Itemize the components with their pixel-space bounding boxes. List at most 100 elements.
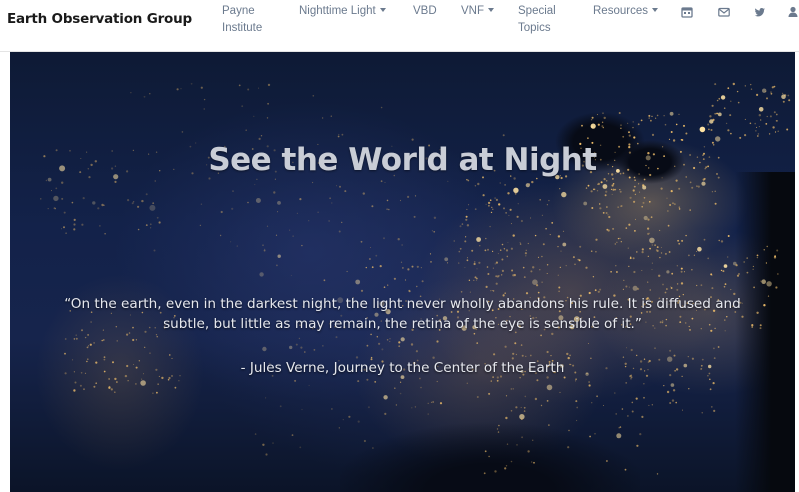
- city-light: [432, 356, 435, 359]
- city-light: [171, 357, 173, 359]
- city-light: [594, 433, 596, 435]
- city-light: [51, 190, 52, 192]
- city-light: [410, 343, 414, 346]
- city-light: [625, 285, 628, 288]
- city-light: [493, 353, 496, 356]
- city-light: [520, 406, 522, 409]
- city-light: [232, 190, 234, 192]
- city-light: [299, 198, 302, 201]
- city-light: [444, 257, 449, 262]
- nav-nighttime-light[interactable]: Nighttime Light: [299, 3, 386, 20]
- nav-resources[interactable]: Resources: [593, 3, 658, 20]
- city-light: [651, 244, 653, 246]
- city-light: [590, 250, 593, 252]
- city-light: [368, 258, 371, 260]
- city-light: [86, 346, 89, 349]
- city-light: [108, 386, 111, 389]
- city-light: [431, 230, 433, 232]
- city-light: [693, 254, 696, 256]
- brand-logo-text[interactable]: Earth Observation Group: [7, 11, 192, 27]
- city-light: [781, 94, 786, 99]
- city-light: [601, 125, 604, 128]
- city-light: [541, 281, 543, 283]
- city-light: [620, 127, 622, 129]
- calendar-icon[interactable]: [681, 6, 693, 18]
- city-light: [737, 101, 740, 104]
- city-light: [641, 248, 644, 251]
- city-light: [262, 346, 267, 352]
- city-light: [672, 202, 674, 204]
- city-light: [420, 267, 422, 269]
- city-light: [636, 444, 639, 447]
- city-light: [393, 277, 396, 280]
- city-light: [650, 119, 652, 122]
- city-light: [625, 227, 628, 229]
- city-light: [476, 396, 479, 398]
- nav-special-topics[interactable]: Special Topics: [518, 3, 556, 37]
- city-light: [557, 246, 559, 248]
- city-light: [219, 234, 222, 237]
- city-light: [627, 247, 629, 249]
- city-light: [149, 352, 151, 354]
- city-light: [531, 180, 534, 184]
- city-light: [519, 377, 521, 379]
- city-light: [610, 271, 612, 273]
- city-light: [402, 267, 404, 269]
- city-light: [398, 345, 401, 348]
- city-light: [104, 233, 106, 235]
- city-light: [732, 82, 735, 86]
- city-light: [709, 388, 712, 391]
- city-light: [453, 240, 455, 242]
- city-light: [605, 460, 608, 462]
- city-light: [256, 178, 258, 180]
- city-light: [642, 201, 645, 204]
- city-light: [660, 187, 663, 190]
- city-light: [521, 418, 523, 421]
- city-light: [776, 249, 779, 252]
- city-light: [709, 119, 714, 124]
- mail-icon[interactable]: [718, 6, 730, 18]
- city-light: [376, 336, 378, 338]
- city-light: [658, 274, 661, 277]
- city-light: [135, 383, 137, 385]
- city-light: [220, 210, 223, 214]
- city-light: [530, 270, 533, 273]
- city-light: [677, 239, 679, 242]
- city-light: [647, 232, 650, 235]
- city-light: [621, 408, 624, 410]
- city-light: [156, 336, 158, 338]
- twitter-icon[interactable]: [754, 6, 766, 18]
- nav-vbd[interactable]: VBD: [413, 3, 437, 20]
- city-light: [557, 235, 561, 238]
- city-light: [429, 253, 432, 255]
- city-light: [647, 281, 649, 283]
- city-light: [131, 202, 134, 205]
- city-light: [492, 267, 494, 269]
- city-light: [669, 204, 671, 206]
- nav-payne-institute[interactable]: Payne Institute: [222, 3, 262, 37]
- city-light: [530, 217, 532, 219]
- city-light: [678, 208, 681, 210]
- user-icon[interactable]: [788, 6, 798, 18]
- city-light: [628, 134, 631, 137]
- city-light: [591, 207, 594, 209]
- city-light: [492, 376, 494, 378]
- city-light: [756, 126, 758, 128]
- city-light: [407, 268, 410, 271]
- city-light: [707, 123, 710, 126]
- city-light: [765, 262, 768, 264]
- city-light: [386, 199, 389, 202]
- city-light: [414, 195, 417, 197]
- city-light: [114, 180, 117, 183]
- city-light: [427, 413, 429, 415]
- city-light: [416, 265, 419, 268]
- city-light: [238, 84, 241, 87]
- city-light: [169, 354, 171, 356]
- city-light: [289, 229, 291, 231]
- city-light: [588, 381, 590, 383]
- city-light: [145, 193, 148, 196]
- city-light: [506, 255, 509, 258]
- city-light: [717, 112, 722, 117]
- city-light: [137, 228, 140, 231]
- nav-vnf[interactable]: VNF: [461, 3, 494, 20]
